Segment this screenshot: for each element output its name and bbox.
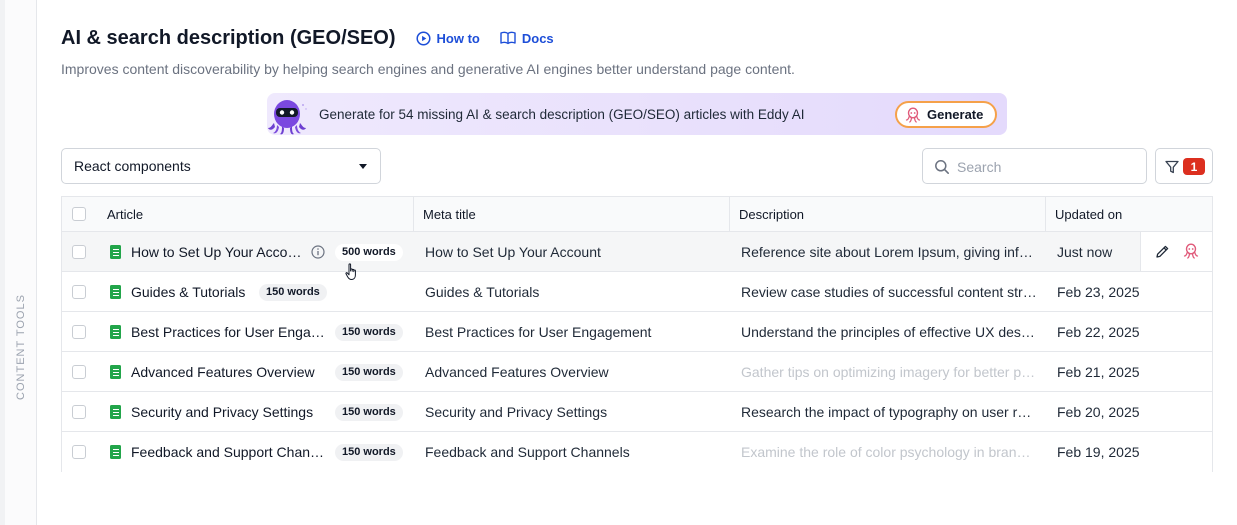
article-link[interactable]: Best Practices for User Engagement — [131, 312, 327, 352]
description-cell: Research the impact of typography on use… — [741, 404, 1037, 420]
table-row[interactable]: Advanced Features Overview 150 words Adv… — [62, 352, 1212, 392]
play-circle-icon — [416, 30, 431, 46]
docs-link[interactable]: Docs — [500, 31, 554, 46]
book-open-icon — [500, 31, 516, 45]
row-checkbox[interactable] — [72, 325, 86, 339]
search-icon — [935, 160, 949, 174]
meta-title-cell: Security and Privacy Settings — [425, 404, 608, 420]
updated-on-cell: Feb 20, 2025 — [1057, 404, 1140, 420]
word-count-badge: 500 words — [335, 244, 403, 261]
page-subtitle: Improves content discoverability by help… — [61, 61, 795, 77]
row-checkbox[interactable] — [72, 285, 86, 299]
filter-button[interactable]: 1 — [1155, 148, 1213, 184]
column-header-article[interactable]: Article — [107, 197, 143, 232]
document-icon — [110, 245, 121, 259]
article-link[interactable]: Feedback and Support Channels — [131, 432, 327, 472]
banner-text: Generate for 54 missing AI & search desc… — [319, 107, 805, 122]
meta-title-cell: How to Set Up Your Account — [425, 244, 601, 260]
funnel-icon — [1165, 160, 1179, 174]
search-input[interactable] — [957, 157, 1137, 177]
document-icon — [110, 325, 121, 339]
updated-on-cell: Feb 19, 2025 — [1057, 444, 1140, 460]
table-row[interactable]: How to Set Up Your Account 500 words How… — [62, 232, 1212, 272]
meta-title-cell: Best Practices for User Engagement — [425, 324, 652, 340]
pencil-icon[interactable] — [1155, 244, 1170, 259]
updated-on-cell: Just now — [1057, 244, 1113, 260]
column-header-description[interactable]: Description — [739, 197, 804, 232]
page-header: AI & search description (GEO/SEO) How to… — [61, 25, 554, 51]
filter-count-badge: 1 — [1183, 158, 1205, 175]
side-rail-stripe — [0, 0, 5, 525]
word-count-badge: 150 words — [335, 324, 403, 341]
row-actions — [1140, 232, 1212, 271]
docs-label: Docs — [521, 30, 554, 46]
table-row[interactable]: Guides & Tutorials 150 words Guides & Tu… — [62, 272, 1212, 312]
article-link[interactable]: Advanced Features Overview — [131, 352, 331, 392]
column-header-meta-title[interactable]: Meta title — [423, 197, 476, 232]
article-link[interactable]: Guides & Tutorials — [131, 272, 253, 312]
column-divider — [729, 197, 730, 232]
select-all-checkbox[interactable] — [72, 207, 86, 221]
document-icon — [110, 365, 121, 379]
table-row[interactable]: Feedback and Support Channels 150 words … — [62, 432, 1212, 472]
description-cell: Reference site about Lorem Ipsum, giving… — [741, 244, 1037, 260]
document-icon — [110, 285, 121, 299]
document-icon — [110, 405, 121, 419]
description-cell: Examine the role of color psychology in … — [741, 444, 1037, 460]
search-box — [922, 148, 1147, 184]
row-checkbox[interactable] — [72, 445, 86, 459]
side-rail: CONTENT TOOLS — [0, 0, 37, 525]
updated-on-cell: Feb 23, 2025 — [1057, 284, 1140, 300]
table-header: Article Meta title Description Updated o… — [62, 197, 1212, 232]
article-link[interactable]: How to Set Up Your Account — [131, 232, 303, 272]
meta-title-cell: Advanced Features Overview — [425, 364, 609, 380]
eddy-ai-mascot-icon — [268, 100, 307, 135]
column-divider — [1045, 197, 1046, 232]
word-count-badge: 150 words — [335, 404, 403, 421]
word-count-badge: 150 words — [259, 284, 327, 301]
table-row[interactable]: Best Practices for User Engagement 150 w… — [62, 312, 1212, 352]
eddy-ai-octopus-icon[interactable] — [1183, 243, 1199, 259]
column-header-updated-on[interactable]: Updated on — [1055, 197, 1122, 232]
articles-table: Article Meta title Description Updated o… — [61, 196, 1213, 472]
row-checkbox[interactable] — [72, 245, 86, 259]
article-link[interactable]: Security and Privacy Settings — [131, 392, 331, 432]
meta-title-cell: Feedback and Support Channels — [425, 444, 630, 460]
updated-on-cell: Feb 21, 2025 — [1057, 364, 1140, 380]
category-select-value: React components — [74, 158, 191, 174]
document-icon — [110, 445, 121, 459]
word-count-badge: 150 words — [335, 364, 403, 381]
column-divider — [413, 197, 414, 232]
how-to-label: How to — [436, 30, 480, 46]
generate-button[interactable]: Generate — [895, 101, 998, 128]
content-tools-label: CONTENT TOOLS — [15, 294, 27, 400]
row-checkbox[interactable] — [72, 365, 86, 379]
category-select[interactable]: React components — [61, 148, 381, 184]
generate-label: Generate — [927, 107, 984, 122]
chevron-down-icon — [359, 164, 367, 169]
eddy-ai-banner: Generate for 54 missing AI & search desc… — [267, 93, 1007, 135]
info-icon[interactable] — [311, 245, 325, 259]
word-count-badge: 150 words — [335, 444, 403, 461]
meta-title-cell: Guides & Tutorials — [425, 284, 540, 300]
how-to-link[interactable]: How to — [416, 31, 480, 46]
page-title: AI & search description (GEO/SEO) — [61, 26, 396, 49]
description-cell: Gather tips on optimizing imagery for be… — [741, 364, 1037, 380]
row-checkbox[interactable] — [72, 405, 86, 419]
description-cell: Understand the principles of effective U… — [741, 324, 1037, 340]
updated-on-cell: Feb 22, 2025 — [1057, 324, 1140, 340]
eddy-ai-octopus-icon — [905, 106, 921, 123]
table-row[interactable]: Security and Privacy Settings 150 words … — [62, 392, 1212, 432]
description-cell: Review case studies of successful conten… — [741, 284, 1037, 300]
